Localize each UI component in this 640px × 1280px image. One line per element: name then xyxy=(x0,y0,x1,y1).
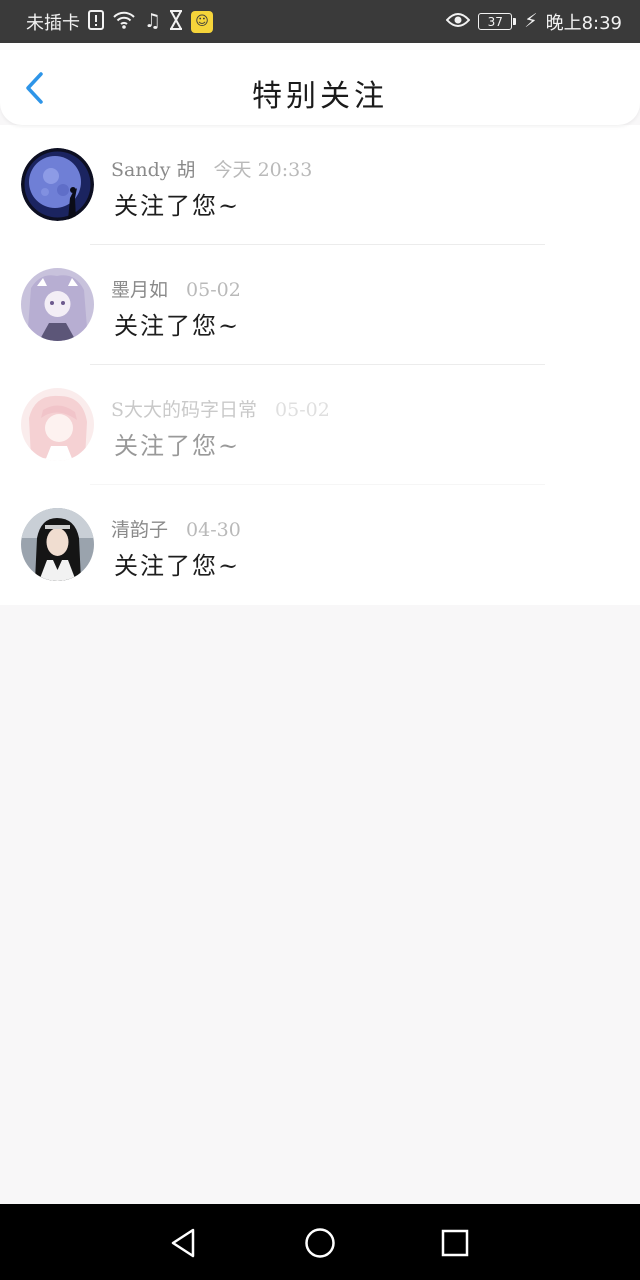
recents-square-icon[interactable] xyxy=(438,1226,472,1260)
status-bar-right: 37 ⚡ 晚上8:39 xyxy=(445,9,622,35)
avatar[interactable] xyxy=(21,388,94,461)
sim-alert-icon xyxy=(88,9,104,34)
sim-status-text: 未插卡 xyxy=(26,12,80,34)
back-triangle-icon[interactable] xyxy=(166,1226,200,1260)
status-time: 晚上8:39 xyxy=(545,12,622,34)
list-item[interactable]: Sandy 胡今天 20:33 关注了您~ xyxy=(0,125,640,245)
user-name[interactable]: 墨月如 xyxy=(111,279,168,301)
follow-message: 关注了您~ xyxy=(114,192,241,220)
music-note-icon: ♫ xyxy=(144,10,162,32)
follow-time: 05-02 xyxy=(186,279,241,301)
user-name[interactable]: S大大的码字日常 xyxy=(111,399,257,421)
name-line: S大大的码字日常 05-02 xyxy=(111,395,330,422)
follow-time: 今天 20:33 xyxy=(213,159,313,181)
follow-message: 关注了您~ xyxy=(114,312,241,340)
list-item[interactable]: 墨月如 05-02 关注了您~ xyxy=(0,245,640,365)
home-circle-icon[interactable] xyxy=(303,1226,337,1260)
list-item[interactable]: 清韵子 04-30 关注了您~ xyxy=(0,485,640,605)
user-name[interactable]: 清韵子 xyxy=(111,519,168,541)
name-line: 墨月如 05-02 xyxy=(111,275,241,302)
hourglass-icon xyxy=(169,9,183,34)
follow-message: 关注了您~ xyxy=(114,432,241,460)
battery-icon: 37 xyxy=(478,13,517,30)
battery-level: 37 xyxy=(487,14,503,29)
list-item[interactable]: S大大的码字日常 05-02 关注了您~ xyxy=(0,365,640,485)
avatar[interactable] xyxy=(21,508,94,581)
user-name[interactable]: Sandy 胡 xyxy=(111,159,196,181)
status-bar: 未插卡 ♫ ☺ 37 ⚡ 晚上8:39 xyxy=(0,0,640,43)
follow-time: 05-02 xyxy=(275,399,330,421)
status-bar-left: 未插卡 ♫ ☺ xyxy=(26,9,214,35)
avatar[interactable] xyxy=(21,268,94,341)
follow-time: 04-30 xyxy=(186,519,241,541)
avatar[interactable] xyxy=(21,148,94,221)
follow-message: 关注了您~ xyxy=(114,552,241,580)
special-follow-list: Sandy 胡今天 20:33 关注了您~ 墨月如 05-02 关注了您~ S大… xyxy=(0,125,640,605)
app-notification-icon: ☺ xyxy=(191,10,214,33)
charging-bolt-icon: ⚡ xyxy=(524,10,538,32)
page-title: 特别关注 xyxy=(252,79,388,114)
wifi-icon xyxy=(112,10,136,34)
header: 特别关注 xyxy=(0,43,640,125)
name-line: Sandy 胡今天 20:33 xyxy=(111,155,312,182)
name-line: 清韵子 04-30 xyxy=(111,515,241,542)
eye-care-icon xyxy=(445,12,471,32)
system-nav-bar xyxy=(0,1204,640,1280)
